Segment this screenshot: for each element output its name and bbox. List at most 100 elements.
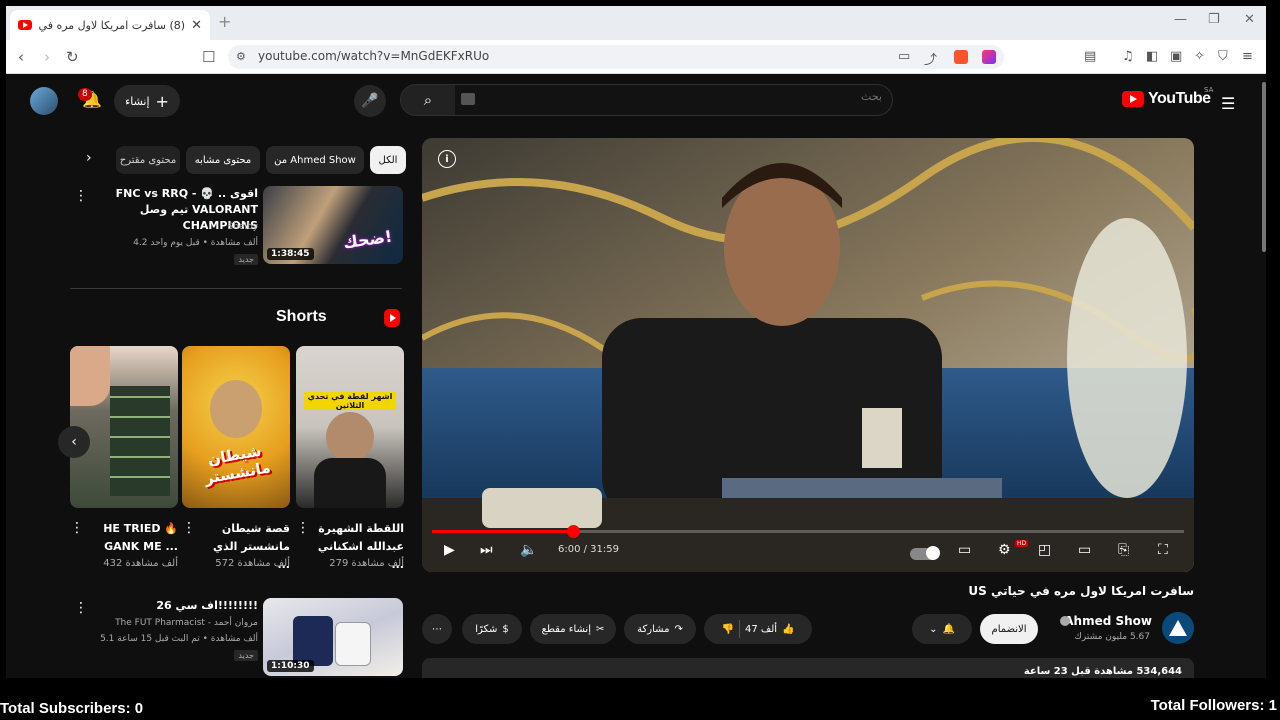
chip-suggested[interactable]: محتوى مقترح	[116, 146, 180, 174]
new-tab-button[interactable]: +	[218, 12, 231, 31]
wallet-icon[interactable]: ▣	[1170, 49, 1182, 64]
like-icon[interactable]: 👍	[782, 624, 794, 635]
fullscreen-icon[interactable]: ⛶	[1158, 542, 1168, 558]
brave-rewards-icon[interactable]	[982, 50, 996, 64]
thanks-button[interactable]: شكرًا $	[462, 614, 522, 644]
section-divider	[70, 288, 402, 289]
tab-title: (8) سافرت امريكا لاول مره في حياتي	[38, 18, 186, 32]
short-item[interactable]: شيطان مانشستر ⋮ قصة شيطان مانشستر الذي .…	[182, 346, 290, 571]
channel-avatar[interactable]	[1162, 612, 1194, 644]
play-icon[interactable]: ▶	[444, 542, 455, 558]
video-thumbnail[interactable]: ضحك! 1:38:45	[263, 186, 403, 264]
join-button[interactable]: الانضمام	[980, 614, 1038, 644]
short-thumbnail[interactable]: شيطان مانشستر	[182, 346, 290, 508]
theater-mode-icon[interactable]: ▭	[1078, 542, 1091, 558]
volume-icon[interactable]: 🔈	[520, 542, 537, 558]
chip-label: محتوى مقترح	[119, 154, 177, 166]
video-title: سافرت امريكا لاول مره في حياتي US	[968, 584, 1194, 598]
install-app-icon[interactable]: ▭	[898, 49, 910, 64]
shorts-icon	[384, 309, 400, 327]
more-options-icon[interactable]: ⋮	[70, 520, 84, 536]
views-and-date: 534,644 مشاهدة قبل 23 ساعة	[1023, 666, 1182, 677]
chip-all[interactable]: الكل	[370, 146, 406, 174]
minimize-button[interactable]: —	[1174, 12, 1187, 27]
youtube-logo[interactable]: YouTube SA	[1122, 86, 1213, 108]
recommended-video[interactable]: ⋮ اف سي 26!!!!!!!! مروان أحمد - The FUT …	[70, 598, 410, 678]
shorts-previous-button[interactable]: ‹	[58, 426, 90, 458]
super-thanks-icon: $	[502, 623, 509, 635]
account-avatar[interactable]	[30, 87, 58, 115]
short-item[interactable]: اشهر لقطة في تحدي الثلاثين ⋮ اللقطة الشه…	[296, 346, 404, 571]
more-actions-button[interactable]: ⋯	[422, 614, 452, 644]
miniplayer-icon[interactable]: ◰	[1038, 542, 1051, 558]
sidebar-icon[interactable]: ◧	[1146, 49, 1158, 64]
keyboard-icon[interactable]	[461, 93, 475, 105]
window-close-button[interactable]: ✕	[1244, 12, 1255, 27]
voice-search-mic-icon[interactable]: 🎤	[354, 85, 386, 117]
short-thumbnail[interactable]: اشهر لقطة في تحدي الثلاثين	[296, 346, 404, 508]
share-page-icon[interactable]: ⤴	[924, 49, 937, 68]
progress-bar[interactable]	[432, 525, 1184, 538]
recommended-video[interactable]: ⋮ FNC vs RRQ - 💀 .. اقوى تيم وصل VALORAN…	[70, 186, 410, 266]
card-grid-shape	[110, 386, 170, 496]
maximize-button[interactable]: ❐	[1208, 12, 1220, 27]
short-title[interactable]: HE TRIED 🔥 GANK ME ...	[88, 520, 178, 556]
search-icon[interactable]: ⌕	[401, 85, 455, 115]
vpn-icon[interactable]: ⛉	[1218, 49, 1228, 64]
address-bar[interactable]: youtube.com/watch?v=MnGdEKFxRUo	[228, 45, 1004, 69]
chip-from-channel[interactable]: من Ahmed Show	[266, 146, 364, 174]
next-icon[interactable]: ⏭	[480, 542, 493, 558]
video-title[interactable]: اف سي 26!!!!!!!!	[98, 598, 258, 614]
more-options-icon[interactable]: ⋮	[74, 188, 88, 204]
tab-close-icon[interactable]: ✕	[191, 18, 202, 33]
back-arrow-icon[interactable]: ‹	[18, 48, 24, 66]
time-display: 6:00 / 31:59	[558, 544, 620, 555]
face-shape	[70, 346, 110, 406]
scrollbar-thumb[interactable]	[1262, 82, 1266, 252]
youtube-favicon-icon	[18, 20, 32, 30]
reader-mode-icon[interactable]: ▤	[1084, 49, 1096, 64]
site-settings-icon[interactable]: ⚙	[236, 50, 246, 63]
short-item[interactable]: ⋮ HE TRIED 🔥 GANK ME ... 432 ألف مشاهدة	[70, 346, 178, 569]
guide-menu-icon[interactable]: ☰	[1221, 94, 1235, 113]
settings-gear-icon[interactable]: ⚙	[998, 542, 1011, 558]
country-code: SA	[1204, 86, 1214, 94]
search-input[interactable]	[502, 90, 882, 103]
chip-label: من Ahmed Show	[274, 154, 356, 166]
short-views: 572 ألف مشاهدة	[215, 558, 290, 569]
share-button[interactable]: مشاركة ↷	[624, 614, 696, 644]
shorts-heading: Shorts	[276, 308, 327, 325]
video-thumbnail[interactable]: 1:10:30	[263, 598, 403, 676]
clip-button[interactable]: إنشاء مقطع ✂	[530, 614, 616, 644]
subtitles-icon[interactable]: ▭	[958, 542, 971, 558]
channel-name[interactable]: Shelby	[228, 222, 259, 232]
more-options-icon[interactable]: ⋮	[74, 600, 88, 616]
create-button[interactable]: إنشاء +	[114, 85, 180, 117]
browser-tab[interactable]: (8) سافرت امريكا لاول مره في حياتي ✕	[10, 10, 210, 40]
bookmark-icon[interactable]: ☐	[202, 48, 215, 66]
media-icon[interactable]: ♫	[1122, 49, 1134, 64]
video-player[interactable]: i ▶ ⏭ 🔈 6:00 / 31:59 ▭ ⚙ HD ◰ ▭ ⎘ ⛶	[422, 138, 1194, 572]
leo-ai-icon[interactable]: ✧	[1194, 49, 1205, 64]
channel-name[interactable]: مروان أحمد - The FUT Pharmacist	[115, 618, 258, 628]
more-options-icon[interactable]: ⋮	[296, 520, 310, 536]
channel-name[interactable]: Ahmed Show	[1064, 614, 1152, 628]
dislike-icon[interactable]: 👎	[722, 624, 734, 635]
tab-strip: (8) سافرت امريكا لاول مره في حياتي ✕ + —…	[6, 6, 1266, 40]
subscriber-count: 5.67 مليون مشترك	[1074, 632, 1151, 642]
chevron-right-icon[interactable]: ›	[86, 150, 92, 166]
browser-menu-icon[interactable]: ≡	[1242, 49, 1253, 64]
notifications-dropdown[interactable]: ⌄ 🔔	[912, 614, 972, 644]
autoplay-toggle[interactable]	[910, 546, 940, 560]
info-icon[interactable]: i	[438, 150, 456, 168]
cast-icon[interactable]: ⎘	[1118, 542, 1129, 558]
reload-icon[interactable]: ↻	[66, 48, 79, 66]
more-options-icon[interactable]: ⋮	[182, 520, 196, 536]
thanks-label: شكرًا	[475, 623, 498, 635]
forward-arrow-icon[interactable]: ›	[44, 48, 50, 66]
short-thumbnail[interactable]	[70, 346, 178, 508]
verified-check-icon	[1060, 616, 1070, 626]
brave-shield-icon[interactable]	[954, 50, 968, 64]
description-box[interactable]: 534,644 مشاهدة قبل 23 ساعة	[422, 658, 1194, 678]
chip-similar[interactable]: محتوى مشابه	[186, 146, 260, 174]
